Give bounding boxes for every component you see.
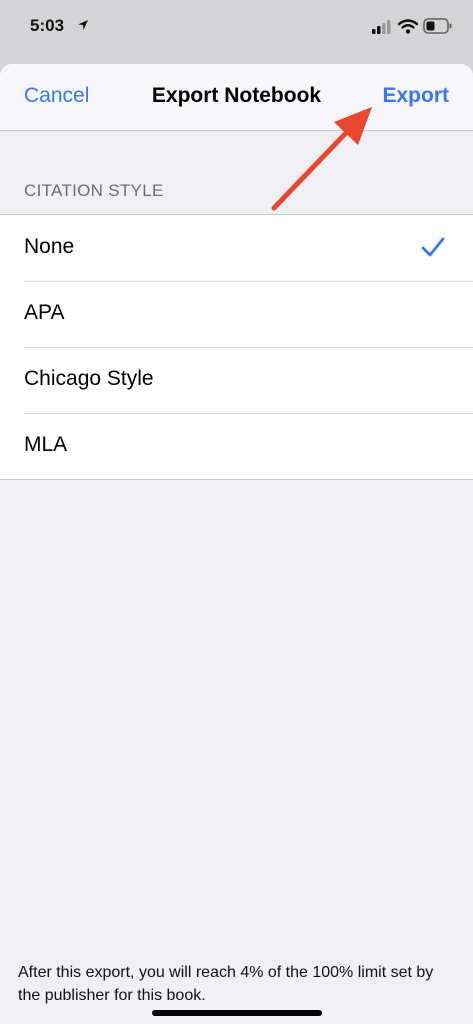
- option-label: None: [24, 235, 75, 258]
- status-bar: 5:03: [0, 0, 473, 62]
- status-time: 5:03: [30, 16, 65, 35]
- checkmark-icon: [421, 237, 445, 257]
- citation-option-mla[interactable]: MLA: [0, 413, 473, 479]
- citation-option-chicago-style[interactable]: Chicago Style: [0, 347, 473, 413]
- export-notebook-sheet: Cancel Export Notebook Export CITATION S…: [0, 64, 473, 1024]
- citation-option-none[interactable]: None: [0, 215, 473, 281]
- option-label: Chicago Style: [24, 367, 154, 390]
- citation-option-apa[interactable]: APA: [0, 281, 473, 347]
- export-button[interactable]: Export: [382, 84, 449, 108]
- location-arrow-icon: [78, 20, 88, 30]
- home-indicator: [152, 1010, 322, 1016]
- citation-style-header: CITATION STYLE: [24, 181, 164, 200]
- navigation-bar: Cancel Export Notebook Export: [0, 64, 473, 131]
- export-limit-note: After this export, you will reach 4% of …: [18, 964, 434, 1004]
- wifi-icon: [398, 19, 418, 34]
- citation-style-list: None APA Chicago Style MLA: [0, 214, 473, 480]
- cellular-signal-icon: [372, 20, 391, 34]
- battery-icon: [423, 18, 452, 34]
- option-label: APA: [24, 301, 65, 324]
- option-label: MLA: [24, 433, 68, 456]
